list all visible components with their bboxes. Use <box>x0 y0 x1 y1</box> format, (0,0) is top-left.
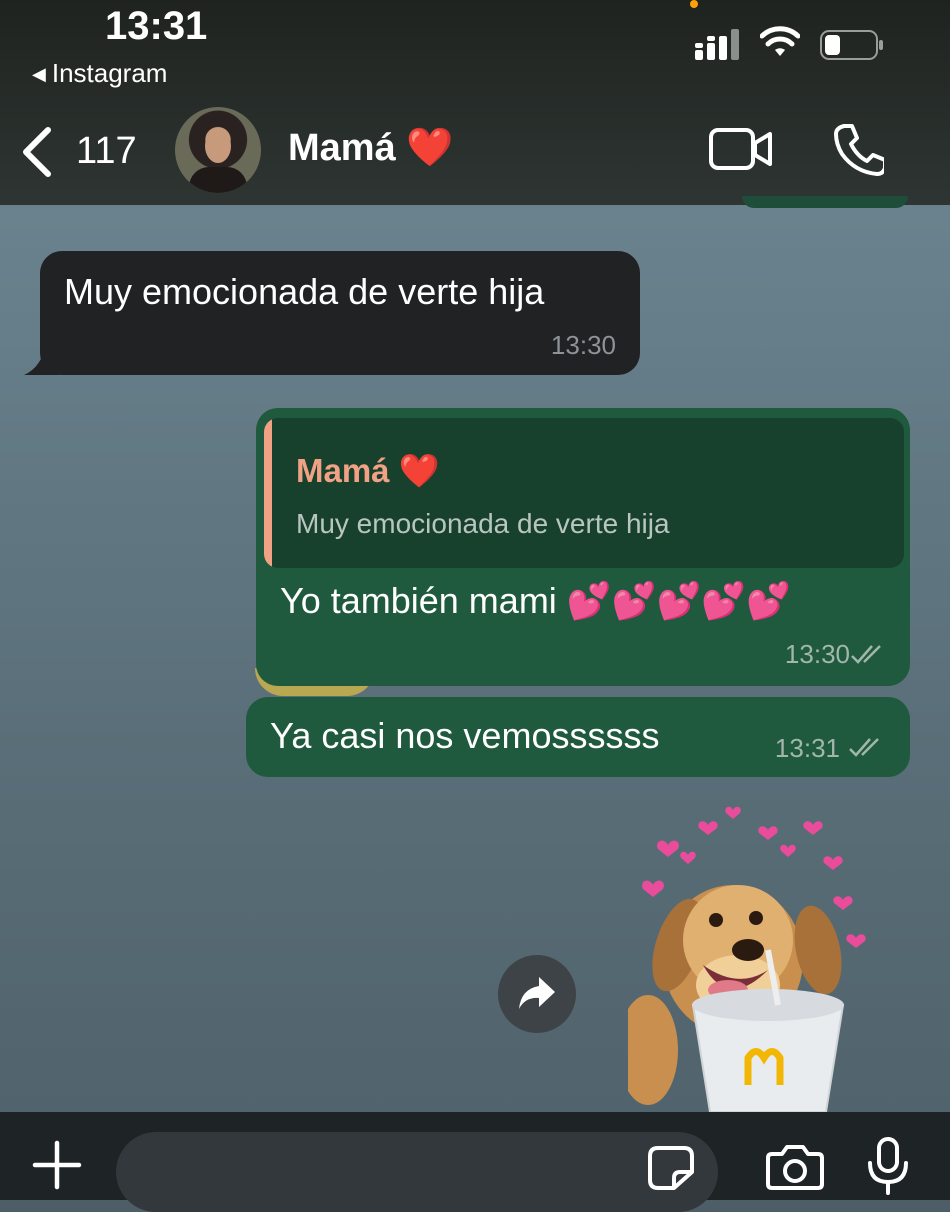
avatar-face-shape <box>205 129 231 163</box>
bubble-tail <box>24 339 60 375</box>
phone-call-icon[interactable] <box>832 122 884 176</box>
double-check-icon <box>849 738 879 757</box>
wifi-icon <box>760 26 800 56</box>
back-triangle-icon: ◀ <box>32 64 46 84</box>
contact-avatar[interactable] <box>175 107 261 193</box>
message-text: Yo también mami 💕💕💕💕💕 <box>280 580 791 621</box>
quoted-text: Muy emocionada de verte hija <box>296 508 670 539</box>
puppy-sticker[interactable] <box>628 800 868 1112</box>
plus-icon[interactable] <box>32 1140 82 1190</box>
back-app-label: Instagram <box>51 58 168 88</box>
forward-button[interactable] <box>498 955 576 1033</box>
outgoing-reply-bubble[interactable]: Mamá ❤️ Muy emocionada de verte hija Yo … <box>256 408 910 686</box>
signal-icon <box>695 29 739 60</box>
back-to-app-link[interactable]: ◀ Instagram <box>32 58 167 89</box>
double-check-icon <box>851 645 881 664</box>
microphone-icon[interactable] <box>866 1136 910 1196</box>
outgoing-message-bubble[interactable]: Ya casi nos vemossssss 13:31 <box>246 697 910 777</box>
contact-name[interactable]: Mamá ❤️ <box>288 126 454 170</box>
avatar-body-shape <box>189 167 247 193</box>
quoted-message[interactable]: Mamá ❤️ Muy emocionada de verte hija <box>264 418 904 568</box>
incoming-message-bubble[interactable]: Muy emocionada de verte hija 13:30 <box>24 251 640 375</box>
message-text: Muy emocionada de verte hija <box>64 271 545 312</box>
battery-icon <box>820 30 883 60</box>
quote-accent-bar <box>264 418 272 568</box>
video-call-icon[interactable] <box>708 126 774 172</box>
message-time: 13:31 <box>774 733 840 763</box>
sticker-icon[interactable] <box>648 1146 694 1190</box>
forward-arrow-icon <box>519 977 555 1009</box>
previous-message-edge <box>742 196 908 208</box>
quoted-sender-name: Mamá ❤️ <box>296 452 440 489</box>
message-input[interactable] <box>116 1132 718 1212</box>
chevron-left-icon[interactable] <box>18 126 58 178</box>
privacy-indicator-dot <box>690 0 698 8</box>
message-time: 13:30 <box>550 330 616 360</box>
message-text: Ya casi nos vemossssss <box>270 715 660 756</box>
message-time: 13:30 <box>784 639 850 669</box>
status-time: 13:31 <box>105 4 208 48</box>
camera-icon[interactable] <box>766 1144 824 1190</box>
unread-count[interactable]: 117 <box>76 130 137 173</box>
